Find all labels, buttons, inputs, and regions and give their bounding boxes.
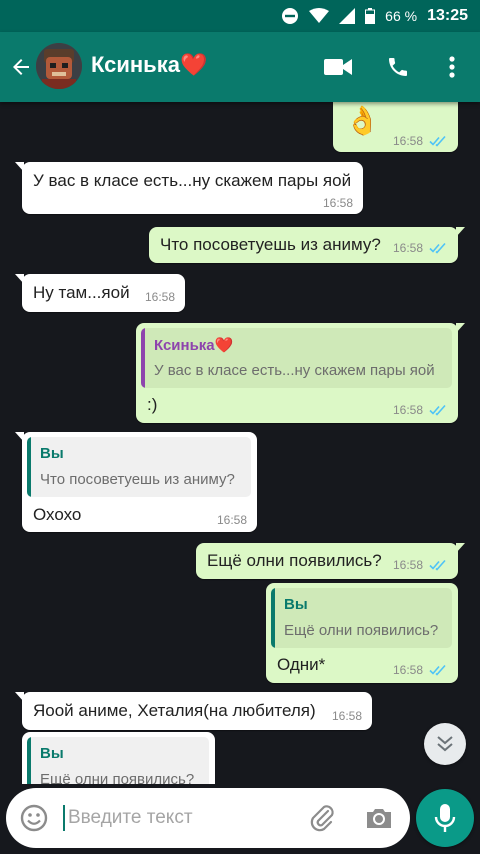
quoted-author: Вы bbox=[40, 445, 64, 462]
wifi-icon bbox=[309, 8, 330, 23]
message-bubble-outgoing-reply[interactable]: Ксинька❤️ У вас в класе есть...ну скажем… bbox=[136, 323, 465, 423]
message-emoji: 👌 bbox=[345, 105, 380, 136]
more-vert-icon bbox=[449, 56, 455, 78]
message-text: Ещё олни появились? bbox=[207, 551, 382, 570]
read-ticks-icon bbox=[429, 664, 446, 676]
voice-message-button[interactable] bbox=[416, 789, 474, 847]
message-text: Яоой аниме, Хеталия(на любителя) bbox=[33, 701, 316, 720]
contact-avatar[interactable] bbox=[36, 43, 82, 89]
status-bar: 66 % 13:25 bbox=[0, 0, 480, 32]
battery-icon bbox=[365, 8, 376, 24]
message-input[interactable] bbox=[68, 804, 298, 832]
arrow-left-icon bbox=[13, 59, 29, 75]
video-call-button[interactable] bbox=[321, 50, 355, 84]
cell-signal-icon bbox=[339, 8, 356, 24]
quoted-text: У вас в класе есть...ну скажем пары яой bbox=[154, 362, 435, 379]
voice-call-button[interactable] bbox=[381, 50, 415, 84]
message-time: 16:58 bbox=[332, 709, 363, 723]
quoted-text: Ещё олни появились? bbox=[40, 771, 195, 784]
attach-button[interactable] bbox=[306, 802, 338, 834]
message-bubble-incoming[interactable]: Ну там...яой 16:58 bbox=[15, 274, 185, 312]
chat-header: Ксинька❤️ bbox=[0, 32, 480, 102]
video-call-icon bbox=[324, 59, 352, 75]
read-ticks-icon bbox=[429, 559, 446, 571]
do-not-disturb-icon bbox=[282, 8, 299, 24]
quoted-message[interactable]: Ксинька❤️ У вас в класе есть...ну скажем… bbox=[141, 328, 452, 388]
message-time: 16:58 bbox=[323, 196, 354, 210]
clock: 13:25 bbox=[427, 7, 468, 24]
message-time: 16:58 bbox=[393, 403, 424, 417]
message-time: 16:58 bbox=[217, 513, 248, 527]
message-bubble-incoming[interactable]: Яоой аниме, Хеталия(на любителя) 16:58 bbox=[15, 692, 372, 730]
emoji-icon bbox=[20, 804, 48, 832]
more-options-button[interactable] bbox=[435, 50, 469, 84]
contact-name[interactable]: Ксинька❤️ bbox=[91, 52, 207, 78]
message-time: 16:58 bbox=[393, 241, 424, 255]
double-chevron-down-icon bbox=[437, 736, 453, 752]
quoted-text: Что посоветуешь из аниму? bbox=[40, 471, 235, 488]
camera-button[interactable] bbox=[363, 802, 395, 834]
message-time: 16:58 bbox=[393, 134, 424, 148]
message-time: 16:58 bbox=[145, 290, 176, 304]
message-text: Охохо bbox=[33, 505, 82, 524]
message-bubble-outgoing[interactable]: Ещё олни появились? 16:58 bbox=[196, 543, 465, 579]
read-ticks-icon bbox=[429, 135, 446, 147]
quoted-author: Ксинька❤️ bbox=[154, 337, 234, 354]
battery-percent: 66 % bbox=[385, 8, 418, 24]
message-list[interactable]: 👌 16:58 У вас в класе есть...ну скажем п… bbox=[0, 102, 480, 784]
message-time: 16:58 bbox=[393, 558, 424, 572]
message-text: :) bbox=[147, 395, 158, 414]
message-bubble-incoming-reply[interactable]: Вы Что посоветуешь из аниму? Охохо 16:58 bbox=[15, 432, 257, 532]
message-bubble-incoming[interactable]: У вас в класе есть...ну скажем пары яой … bbox=[15, 162, 363, 214]
quoted-author: Вы bbox=[40, 745, 64, 762]
back-button[interactable] bbox=[6, 49, 36, 85]
phone-icon bbox=[389, 58, 407, 76]
message-text: Ну там...яой bbox=[33, 283, 130, 302]
quoted-author: Вы bbox=[284, 596, 308, 613]
text-cursor bbox=[63, 805, 65, 831]
scroll-to-bottom-button[interactable] bbox=[424, 723, 466, 765]
message-bubble-outgoing[interactable]: 👌 16:58 bbox=[333, 102, 458, 152]
message-text: У вас в класе есть...ну скажем пары яой bbox=[33, 171, 352, 190]
read-ticks-icon bbox=[429, 404, 446, 416]
quoted-message[interactable]: Вы Ещё олни появились? bbox=[271, 588, 452, 648]
message-text: Одни* bbox=[277, 655, 326, 674]
message-time: 16:58 bbox=[393, 663, 424, 677]
read-ticks-icon bbox=[429, 242, 446, 254]
paperclip-icon bbox=[310, 805, 334, 832]
quoted-message[interactable]: Вы Ещё олни появились? bbox=[27, 737, 209, 784]
message-text: Что посоветуешь из аниму? bbox=[160, 235, 381, 254]
message-bubble-outgoing-reply[interactable]: Вы Ещё олни появились? Одни* 16:58 bbox=[266, 583, 458, 683]
message-bubble-outgoing[interactable]: Что посоветуешь из аниму? 16:58 bbox=[149, 227, 465, 263]
quoted-text: Ещё олни появились? bbox=[284, 622, 439, 639]
composer bbox=[6, 788, 410, 848]
message-bubble-incoming-reply[interactable]: Вы Ещё олни появились? bbox=[22, 732, 215, 784]
emoji-button[interactable] bbox=[18, 802, 50, 834]
microphone-icon bbox=[434, 804, 456, 832]
camera-icon bbox=[367, 809, 391, 828]
quoted-message[interactable]: Вы Что посоветуешь из аниму? bbox=[27, 437, 251, 497]
